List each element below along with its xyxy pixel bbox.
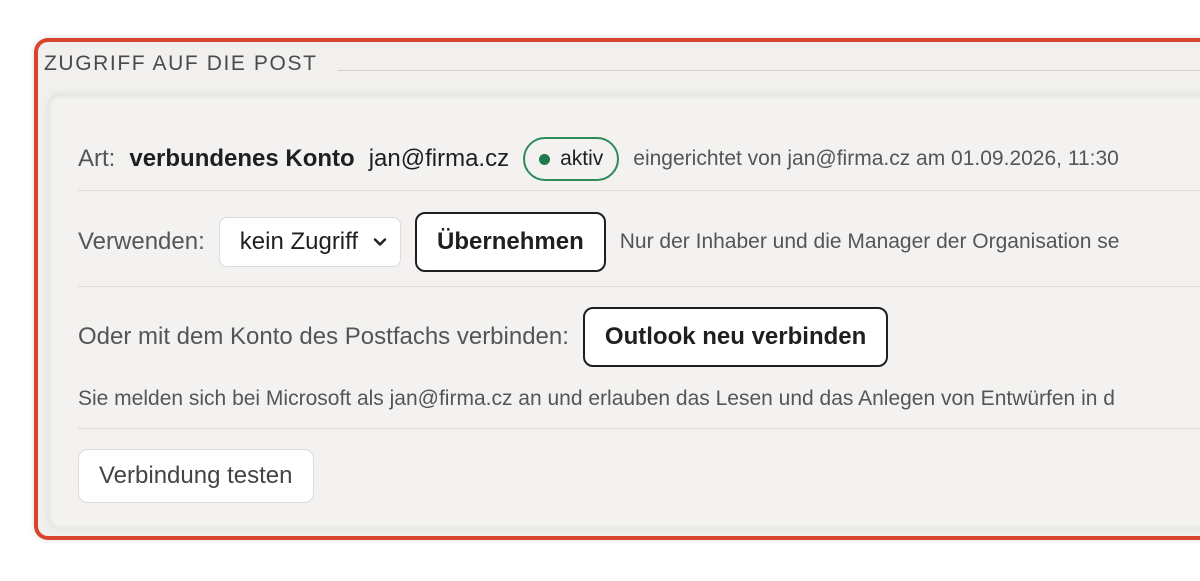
test-row: Verbindung testen — [78, 449, 1200, 503]
use-label: Verwenden: — [78, 228, 205, 255]
connect-label: Oder mit dem Konto des Postfachs verbind… — [78, 323, 569, 350]
account-row: Art: verbundenes Konto jan@firma.cz akti… — [78, 134, 1200, 184]
row-divider — [78, 428, 1200, 429]
access-select-value: kein Zugriff — [239, 228, 359, 255]
setup-info: eingerichtet von jan@firma.cz am 01.09.2… — [633, 147, 1119, 170]
status-badge-label: aktiv — [560, 147, 604, 170]
row-divider — [78, 190, 1200, 191]
apply-button[interactable]: Übernehmen — [415, 212, 606, 272]
account-email: jan@firma.cz — [368, 145, 510, 172]
title-divider — [338, 70, 1200, 71]
row-divider — [78, 286, 1200, 287]
use-hint: Nur der Inhaber und die Manager der Orga… — [619, 230, 1120, 253]
type-label: Art: — [78, 145, 116, 172]
mail-access-card: ZUGRIFF AUF DIE POST Art: verbundenes Ko… — [34, 38, 1200, 540]
test-connection-button[interactable]: Verbindung testen — [78, 449, 314, 503]
status-badge: aktiv — [523, 137, 620, 181]
connect-note: Sie melden sich bei Microsoft als jan@fi… — [78, 387, 1115, 410]
section-title: ZUGRIFF AUF DIE POST — [44, 52, 338, 76]
connect-row: Oder mit dem Konto des Postfachs verbind… — [78, 307, 1200, 367]
type-value: verbundenes Konto — [129, 145, 355, 172]
reconnect-outlook-button[interactable]: Outlook neu verbinden — [582, 307, 889, 367]
chevron-down-icon — [373, 238, 387, 246]
settings-panel: Art: verbundenes Konto jan@firma.cz akti… — [48, 94, 1200, 528]
use-row: Verwenden: kein Zugriff Übernehmen Nur d… — [78, 212, 1200, 272]
status-dot-icon — [539, 153, 551, 165]
access-select[interactable]: kein Zugriff — [218, 217, 402, 267]
connect-note-row: Sie melden sich bei Microsoft als jan@fi… — [78, 382, 1200, 416]
